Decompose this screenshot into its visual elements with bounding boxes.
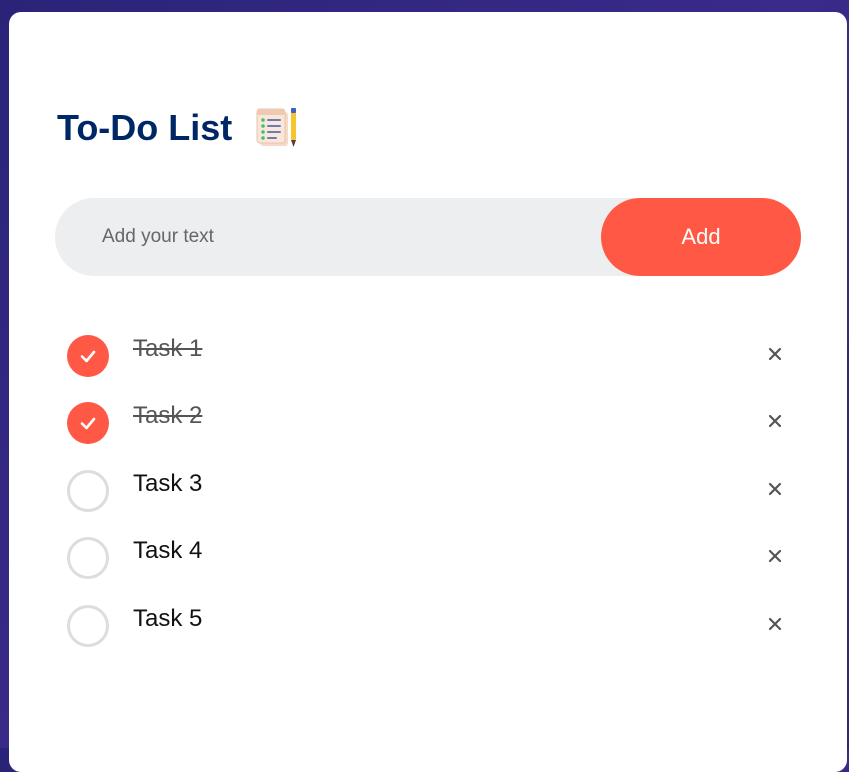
notepad-checklist-icon — [254, 106, 300, 150]
task-label: Task 1 — [133, 335, 203, 362]
task-list: Task 1 Task 2 Task 3 Task 4 Task 5 — [67, 330, 787, 667]
remove-task-button[interactable] — [763, 477, 787, 501]
todo-card: To-Do List Add your text Add Task 1 Task… — [9, 12, 847, 772]
list-item[interactable]: Task 5 — [67, 600, 787, 667]
remove-task-button[interactable] — [763, 544, 787, 568]
add-task-row: Add — [55, 197, 801, 277]
task-label: Task 3 — [133, 469, 203, 497]
check-icon — [80, 350, 96, 363]
list-item[interactable]: Task 3 — [67, 465, 787, 532]
list-item[interactable]: Task 2 — [67, 397, 787, 464]
list-item[interactable]: Task 1 — [67, 330, 787, 397]
remove-task-button[interactable] — [763, 342, 787, 366]
task-checkbox[interactable] — [67, 604, 109, 647]
task-checkbox[interactable] — [67, 402, 109, 445]
list-item[interactable]: Task 4 — [67, 532, 787, 599]
task-input[interactable] — [55, 197, 601, 277]
close-icon — [768, 415, 782, 428]
remove-task-button[interactable] — [763, 409, 787, 433]
close-icon — [768, 617, 782, 630]
task-checkbox[interactable] — [67, 537, 109, 580]
task-label: Task 5 — [133, 604, 203, 632]
task-label: Task 4 — [133, 537, 203, 565]
check-icon — [80, 418, 96, 430]
task-checkbox[interactable] — [67, 335, 109, 377]
remove-task-button[interactable] — [763, 612, 787, 636]
task-checkbox[interactable] — [67, 469, 109, 512]
close-icon — [768, 347, 782, 361]
task-label: Task 2 — [133, 402, 203, 430]
add-button[interactable]: Add — [601, 198, 801, 276]
page-title: To-Do List — [57, 107, 233, 148]
header: To-Do List — [57, 106, 300, 150]
close-icon — [768, 482, 782, 495]
close-icon — [768, 550, 782, 563]
